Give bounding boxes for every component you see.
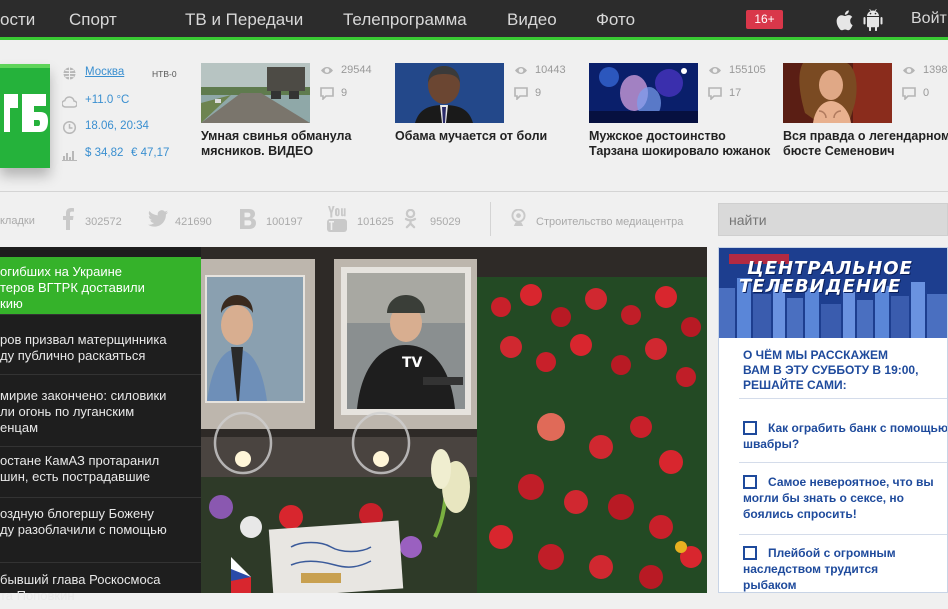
odnoklassniki-count: 95029 (430, 216, 461, 228)
comments-count: 17 (729, 87, 742, 99)
news-list: огибших на Украине теров ВГТРК доставили… (0, 247, 201, 603)
nav-tv-program[interactable]: Телепрограмма (343, 10, 467, 30)
vk-count: 100197 (266, 216, 303, 228)
odnoklassniki-icon (404, 209, 417, 229)
globe-icon (63, 67, 76, 80)
poll-option-label: Плейбой с огромным наследством трудится … (743, 546, 896, 592)
eur-rate: € 47,17 (131, 147, 170, 159)
poll-option[interactable]: Плейбой с огромным наследством трудится … (743, 545, 947, 592)
story-caption[interactable]: Вся правда о легендарном бюсте Семенович (783, 129, 948, 159)
nav-photo[interactable]: Фото (596, 10, 635, 30)
tarzan-show-image (589, 63, 698, 123)
channel-label: НТВ-0 (152, 69, 177, 79)
views-count: 1398 (923, 64, 948, 76)
divider (490, 202, 491, 236)
facebook-icon (63, 208, 74, 230)
comment-icon (514, 87, 528, 100)
eye-icon (903, 67, 915, 74)
views-count: 155105 (729, 64, 766, 76)
facebook-count: 302572 (85, 216, 122, 228)
poll-option[interactable]: Как ограбить банк с помощью швабры? (743, 420, 948, 452)
eye-icon (709, 67, 721, 74)
poll-option-label: Как ограбить банк с помощью швабры? (743, 421, 948, 451)
poll-option-label: Самое невероятное, что вы могли бы знать… (743, 475, 934, 521)
divider (739, 534, 947, 535)
youtube-icon (327, 206, 347, 232)
webcam-icon (511, 209, 526, 226)
list-item[interactable]: огибших на Украине теров ВГТРК доставили… (0, 257, 201, 315)
vk-icon (240, 209, 256, 229)
twitter-count: 421690 (175, 216, 212, 228)
ntv-logo[interactable] (0, 64, 50, 168)
comments-count: 9 (341, 87, 348, 99)
poll-panel: ЦЕНТРАЛЬНОЕ ТЕЛЕВИДЕНИЕ О ЧЁМ МЫ РАССКАЖ… (718, 247, 948, 593)
story-caption[interactable]: Обама мучается от боли (395, 129, 547, 144)
login-link[interactable]: Войт (911, 10, 947, 28)
story-thumbnail[interactable] (201, 63, 310, 123)
ntv-logo-glyph (0, 64, 50, 168)
eye-icon (321, 67, 333, 74)
divider (739, 462, 947, 463)
bookmarks-label: кладки (0, 215, 35, 227)
story-caption[interactable]: Мужское достоинство Тарзана шокировало ю… (589, 129, 770, 159)
promo-header: ЦЕНТРАЛЬНОЕ ТЕЛЕВИДЕНИЕ (719, 248, 947, 338)
svg-text:TV: TV (402, 355, 423, 371)
eye-icon (515, 67, 527, 74)
list-item[interactable]: мирие закончено: силовики ли огонь по лу… (0, 383, 201, 447)
comment-icon (708, 87, 722, 100)
poll-question: О ЧЁМ МЫ РАССКАЖЕМ ВАМ В ЭТУ СУББОТУ В 1… (743, 348, 919, 392)
nav-sport[interactable]: Спорт (69, 10, 117, 30)
story-thumbnail[interactable] (395, 63, 504, 123)
cloud-icon (62, 96, 77, 108)
usd-rate: $ 34,82 (85, 147, 124, 159)
pig-road-image (201, 63, 310, 123)
city-link[interactable]: Москва (85, 66, 124, 78)
android-icon[interactable] (863, 9, 883, 31)
story-thumbnail[interactable] (589, 63, 698, 123)
datetime-value: 18.06, 20:34 (85, 120, 149, 132)
nav-tv-shows[interactable]: ТВ и Передачи (185, 10, 303, 30)
search-box (718, 203, 948, 236)
list-item[interactable]: бывший глава Роскосмоса та Поповкин (0, 569, 201, 609)
comment-icon (320, 87, 334, 100)
comment-icon (902, 87, 916, 100)
story-thumbnail[interactable] (783, 63, 892, 123)
media-center-label: Строительство медиацентра (536, 216, 684, 228)
semenovich-image (783, 63, 892, 123)
comments-count: 9 (535, 87, 542, 99)
views-count: 10443 (535, 64, 566, 76)
apple-icon[interactable] (836, 9, 856, 31)
poll-checkbox[interactable] (743, 546, 757, 560)
list-item[interactable]: остане КамАЗ протаранил шин, есть постра… (0, 448, 201, 498)
temperature-value: +11.0 °С (85, 94, 130, 106)
youtube-count: 101625 (357, 216, 394, 228)
age-rating-badge: 16+ (746, 10, 783, 29)
divider (739, 398, 947, 399)
search-input[interactable] (729, 209, 939, 231)
memorial-image: TV (201, 247, 707, 593)
main-story-photo[interactable]: TV (201, 247, 707, 593)
list-item[interactable]: ров призвал матерщинника ду публично рас… (0, 325, 201, 375)
clock-icon (62, 121, 77, 134)
nav-video[interactable]: Видео (507, 10, 557, 30)
story-caption[interactable]: Умная свинья обманула мясников. ВИДЕО (201, 129, 351, 159)
views-count: 29544 (341, 64, 372, 76)
promo-logo-line2: ТЕЛЕВИДЕНИЕ (739, 276, 902, 297)
nav-news[interactable]: ости (0, 10, 35, 30)
comments-count: 0 (923, 87, 930, 99)
poll-checkbox[interactable] (743, 475, 757, 489)
list-item[interactable]: оздную блогершу Божену ду разоблачили с … (0, 501, 201, 563)
top-navigation: ости Спорт ТВ и Передачи Телепрограмма В… (0, 0, 948, 40)
poll-option[interactable]: Самое невероятное, что вы могли бы знать… (743, 474, 947, 522)
chart-icon (62, 151, 77, 161)
twitter-icon (148, 210, 168, 227)
obama-image (395, 63, 504, 123)
poll-checkbox[interactable] (743, 421, 757, 435)
divider (0, 191, 948, 192)
